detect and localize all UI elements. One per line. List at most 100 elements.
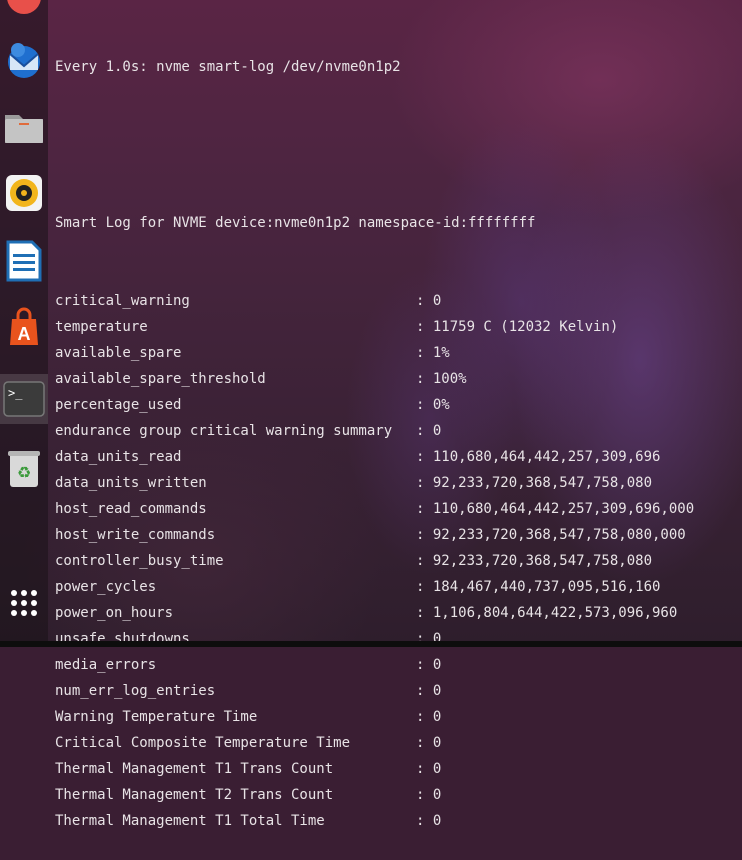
separator: : bbox=[416, 579, 433, 595]
separator: : bbox=[416, 501, 433, 517]
smart-log-value: 0 bbox=[432, 709, 442, 725]
smart-log-value: 0% bbox=[432, 397, 450, 413]
smart-log-row: host_read_commands: 110,680,464,442,257,… bbox=[55, 496, 742, 522]
separator: : bbox=[416, 761, 433, 777]
smart-log-value: 0 bbox=[432, 423, 442, 439]
smart-log-key: Thermal Management T1 Total Time bbox=[55, 813, 325, 829]
smart-log-row: Warning Temperature Time: 0 bbox=[55, 704, 742, 730]
smart-log-title: Smart Log for NVME device:nvme0n1p2 name… bbox=[55, 215, 536, 231]
smart-log-row: controller_busy_time: 92,233,720,368,547… bbox=[55, 548, 742, 574]
smart-log-key: Critical Composite Temperature Time bbox=[55, 735, 351, 751]
smart-log-value: 92,233,720,368,547,758,080 bbox=[432, 553, 653, 569]
dock-app-center[interactable]: A bbox=[0, 302, 48, 352]
dock-app-top[interactable] bbox=[0, 0, 48, 22]
smart-log-value: 1,106,804,644,422,573,096,960 bbox=[432, 605, 678, 621]
separator: : bbox=[416, 709, 433, 725]
firefox-icon bbox=[7, 0, 41, 14]
terminal-output[interactable]: Every 1.0s: nvme smart-log /dev/nvme0n1p… bbox=[55, 2, 742, 860]
smart-log-key: Thermal Management T1 Trans Count bbox=[55, 761, 334, 777]
separator: : bbox=[416, 553, 433, 569]
bottom-edge bbox=[0, 641, 742, 647]
smart-log-value: 92,233,720,368,547,758,080 bbox=[432, 475, 653, 491]
terminal-icon: >_ bbox=[3, 381, 45, 417]
smart-log-key: power_cycles bbox=[55, 579, 157, 595]
smart-log-row: num_err_log_entries: 0 bbox=[55, 678, 742, 704]
smart-log-key: critical_warning bbox=[55, 293, 190, 309]
smart-log-key: Warning Temperature Time bbox=[55, 709, 258, 725]
smart-log-row: unsafe_shutdowns: 0 bbox=[55, 626, 742, 652]
separator: : bbox=[416, 631, 433, 647]
smart-log-row: critical_warning: 0 bbox=[55, 288, 742, 314]
smart-log-key: temperature bbox=[55, 319, 148, 335]
smart-log-value: 0 bbox=[432, 631, 442, 647]
smart-log-key: endurance group critical warning summary bbox=[55, 423, 393, 439]
smart-log-key: media_errors bbox=[55, 657, 157, 673]
smart-log-value: 0 bbox=[432, 657, 442, 673]
smart-log-value: 100% bbox=[432, 371, 467, 387]
smart-log-row: host_write_commands: 92,233,720,368,547,… bbox=[55, 522, 742, 548]
smart-log-row: data_units_written: 92,233,720,368,547,7… bbox=[55, 470, 742, 496]
smart-log-row: endurance group critical warning summary… bbox=[55, 418, 742, 444]
separator: : bbox=[416, 293, 433, 309]
smart-log-value: 11759 C (12032 Kelvin) bbox=[432, 319, 619, 335]
svg-text:>_: >_ bbox=[8, 386, 23, 400]
smart-log-value: 110,680,464,442,257,309,696,000 bbox=[432, 501, 695, 517]
separator: : bbox=[416, 423, 433, 439]
rhythmbox-icon bbox=[6, 175, 42, 211]
separator: : bbox=[416, 527, 433, 543]
smart-log-key: data_units_read bbox=[55, 449, 182, 465]
smart-log-row: data_units_read: 110,680,464,442,257,309… bbox=[55, 444, 742, 470]
thunderbird-icon bbox=[8, 43, 40, 78]
separator: : bbox=[416, 657, 433, 673]
separator: : bbox=[416, 475, 433, 491]
smart-log-row: power_on_hours: 1,106,804,644,422,573,09… bbox=[55, 600, 742, 626]
separator: : bbox=[416, 813, 433, 829]
smart-log-value: 0 bbox=[432, 813, 442, 829]
smart-log-value: 184,467,440,737,095,516,160 bbox=[432, 579, 661, 595]
ubuntu-dock: A >_ ♻ bbox=[0, 0, 48, 641]
smart-log-value: 92,233,720,368,547,758,080,000 bbox=[432, 527, 686, 543]
separator: : bbox=[416, 319, 433, 335]
dock-thunderbird[interactable] bbox=[0, 35, 48, 85]
app-center-icon: A bbox=[10, 307, 38, 345]
watch-header: Every 1.0s: nvme smart-log /dev/nvme0n1p… bbox=[55, 59, 401, 75]
smart-log-key: host_read_commands bbox=[55, 501, 207, 517]
smart-log-row: Thermal Management T2 Trans Count: 0 bbox=[55, 782, 742, 808]
separator: : bbox=[416, 683, 433, 699]
separator: : bbox=[416, 787, 433, 803]
separator: : bbox=[416, 345, 433, 361]
dock-libreoffice-writer[interactable] bbox=[0, 236, 48, 286]
dock-files[interactable] bbox=[0, 102, 48, 152]
smart-log-key: data_units_written bbox=[55, 475, 207, 491]
dock-rhythmbox[interactable] bbox=[0, 168, 48, 218]
trash-icon: ♻ bbox=[8, 451, 40, 487]
folder-icon bbox=[5, 115, 43, 143]
smart-log-row: media_errors: 0 bbox=[55, 652, 742, 678]
smart-log-value: 110,680,464,442,257,309,696 bbox=[432, 449, 661, 465]
smart-log-key: unsafe_shutdowns bbox=[55, 631, 190, 647]
smart-log-key: available_spare_threshold bbox=[55, 371, 266, 387]
separator: : bbox=[416, 371, 433, 387]
smart-log-value: 0 bbox=[432, 787, 442, 803]
smart-log-key: Thermal Management T2 Trans Count bbox=[55, 787, 334, 803]
smart-log-value: 0 bbox=[432, 735, 442, 751]
separator: : bbox=[416, 397, 433, 413]
smart-log-value: 0 bbox=[432, 761, 442, 777]
separator: : bbox=[416, 449, 433, 465]
smart-log-row: Thermal Management T1 Trans Count: 0 bbox=[55, 756, 742, 782]
separator: : bbox=[416, 605, 433, 621]
smart-log-key: available_spare bbox=[55, 345, 182, 361]
svg-text:♻: ♻ bbox=[17, 463, 31, 482]
dock-terminal[interactable]: >_ bbox=[0, 374, 48, 424]
smart-log-value: 0 bbox=[432, 683, 442, 699]
smart-log-key: controller_busy_time bbox=[55, 553, 224, 569]
smart-log-row: Thermal Management T1 Total Time: 0 bbox=[55, 808, 742, 834]
smart-log-key: host_write_commands bbox=[55, 527, 216, 543]
dock-trash[interactable]: ♻ bbox=[0, 444, 48, 494]
smart-log-value: 1% bbox=[432, 345, 450, 361]
smart-log-row: temperature: 11759 C (12032 Kelvin) bbox=[55, 314, 742, 340]
dock-show-applications[interactable] bbox=[0, 578, 48, 628]
smart-log-key: power_on_hours bbox=[55, 605, 174, 621]
smart-log-key: percentage_used bbox=[55, 397, 182, 413]
